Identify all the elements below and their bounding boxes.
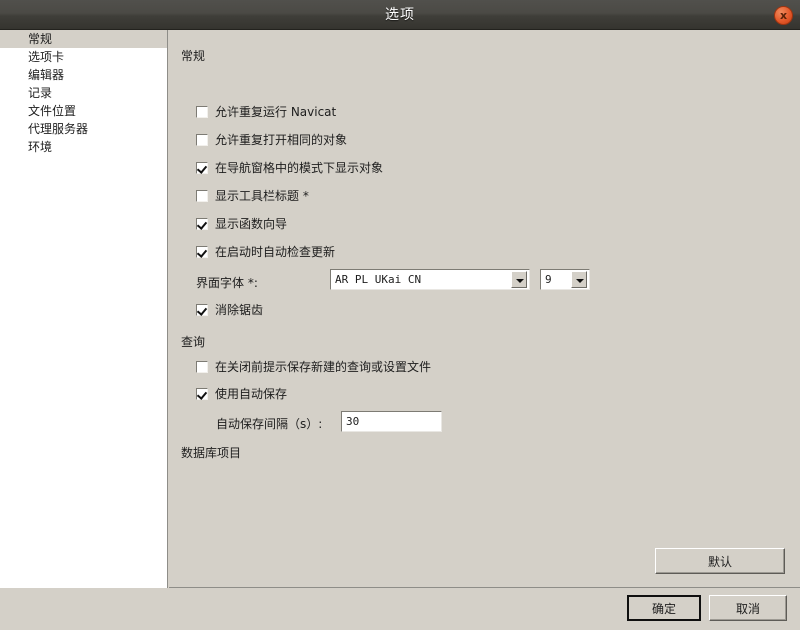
ok-button[interactable]: 确定 [627,595,701,621]
sidebar-item-label: 环境 [28,140,53,154]
defaults-button[interactable]: 默认 [655,548,785,574]
sidebar-item-records[interactable]: 记录 [0,84,167,102]
checkbox-row-allow-multiple-instances[interactable]: 允许重复运行 Navicat [196,103,336,120]
chevron-down-icon[interactable] [571,271,587,288]
checkbox-label: 允许重复运行 Navicat [215,105,337,119]
autosave-interval-label: 自动保存间隔（s）: [216,417,323,431]
checkbox-label: 在启动时自动检查更新 [215,245,336,259]
sidebar-item-label: 编辑器 [28,68,65,82]
autosave-interval-input[interactable]: 30 [341,411,442,432]
checkbox-row-prompt-save-on-close[interactable]: 在关闭前提示保存新建的查询或设置文件 [196,358,431,375]
sidebar-item-label: 文件位置 [28,104,77,118]
font-size-combobox[interactable]: 9 [540,269,590,290]
close-icon-glyph: x [779,9,788,22]
font-label: 界面字体 *: [196,276,258,290]
sidebar-item-file-locations[interactable]: 文件位置 [0,102,167,120]
checkbox-auto-check-updates[interactable] [196,245,208,258]
chevron-down-icon[interactable] [511,271,527,288]
close-icon[interactable]: x [774,6,793,25]
sidebar-item-proxy-server[interactable]: 代理服务器 [0,120,167,138]
checkbox-use-autosave[interactable] [196,387,208,400]
checkbox-label: 允许重复打开相同的对象 [215,133,348,147]
checkbox-label: 显示函数向导 [215,217,288,231]
checkbox-allow-duplicate-objects[interactable] [196,133,208,146]
checkbox-label: 显示工具栏标题 * [215,189,309,203]
checkbox-row-auto-check-updates[interactable]: 在启动时自动检查更新 [196,243,335,260]
sidebar-item-label: 选项卡 [28,50,65,64]
checkbox-allow-multiple-instances[interactable] [196,105,208,118]
sidebar-item-tabs[interactable]: 选项卡 [0,48,167,66]
checkbox-row-allow-duplicate-objects[interactable]: 允许重复打开相同的对象 [196,131,347,148]
sidebar-item-label: 代理服务器 [28,122,89,136]
sidebar-item-general[interactable]: 常规 [0,30,167,48]
settings-pane: 常规 允许重复运行 Navicat 允许重复打开相同的对象 在导航窗格中的模式下… [169,30,800,588]
sidebar-item-environment[interactable]: 环境 [0,138,167,156]
options-dialog: 选项 x 常规 选项卡 编辑器 记录 文件位置 代理服务器 环境 常规 允许重复… [0,0,800,630]
sidebar-item-label: 常规 [28,32,53,46]
section-title-database-items: 数据库项目 [181,446,242,460]
window-title: 选项 [385,7,415,23]
cancel-button[interactable]: 取消 [709,595,787,621]
section-title-query: 查询 [181,335,206,349]
checkbox-row-use-autosave[interactable]: 使用自动保存 [196,385,287,402]
window-titlebar: 选项 x [0,0,800,30]
checkbox-show-objects-in-nav-pane[interactable] [196,161,208,174]
checkbox-label: 在关闭前提示保存新建的查询或设置文件 [215,360,432,374]
checkbox-show-function-wizard[interactable] [196,217,208,230]
checkbox-label: 消除锯齿 [215,303,264,317]
checkbox-label: 使用自动保存 [215,387,288,401]
checkbox-antialias[interactable] [196,303,208,316]
checkbox-row-antialias[interactable]: 消除锯齿 [196,301,263,318]
checkbox-label: 在导航窗格中的模式下显示对象 [215,161,384,175]
sidebar-item-editor[interactable]: 编辑器 [0,66,167,84]
font-family-value: AR PL UKai CN [335,273,422,286]
font-size-value: 9 [545,273,552,286]
checkbox-show-toolbar-caption[interactable] [196,189,208,202]
checkbox-row-show-function-wizard[interactable]: 显示函数向导 [196,215,287,232]
section-title-general: 常规 [181,49,206,63]
checkbox-row-show-toolbar-caption[interactable]: 显示工具栏标题 * [196,187,309,204]
sidebar: 常规 选项卡 编辑器 记录 文件位置 代理服务器 环境 [0,30,168,588]
checkbox-prompt-save-on-close[interactable] [196,360,208,373]
checkbox-row-show-objects-in-nav-pane[interactable]: 在导航窗格中的模式下显示对象 [196,159,383,176]
sidebar-item-label: 记录 [28,86,53,100]
font-family-combobox[interactable]: AR PL UKai CN [330,269,530,290]
